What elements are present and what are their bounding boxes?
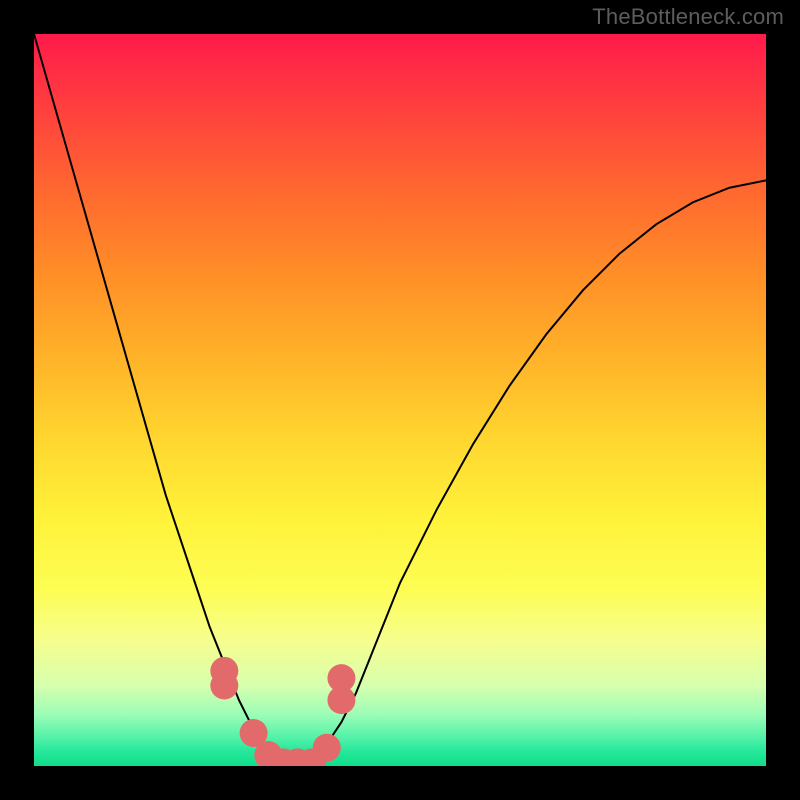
chart-curve-line xyxy=(34,34,766,764)
chart-curve xyxy=(34,34,766,764)
chart-svg-layer xyxy=(34,34,766,766)
chart-marker xyxy=(210,671,238,699)
chart-marker xyxy=(313,734,341,762)
watermark-text: TheBottleneck.com xyxy=(592,4,784,30)
chart-marker xyxy=(327,664,355,692)
chart-frame: TheBottleneck.com xyxy=(0,0,800,800)
chart-markers xyxy=(210,657,355,766)
